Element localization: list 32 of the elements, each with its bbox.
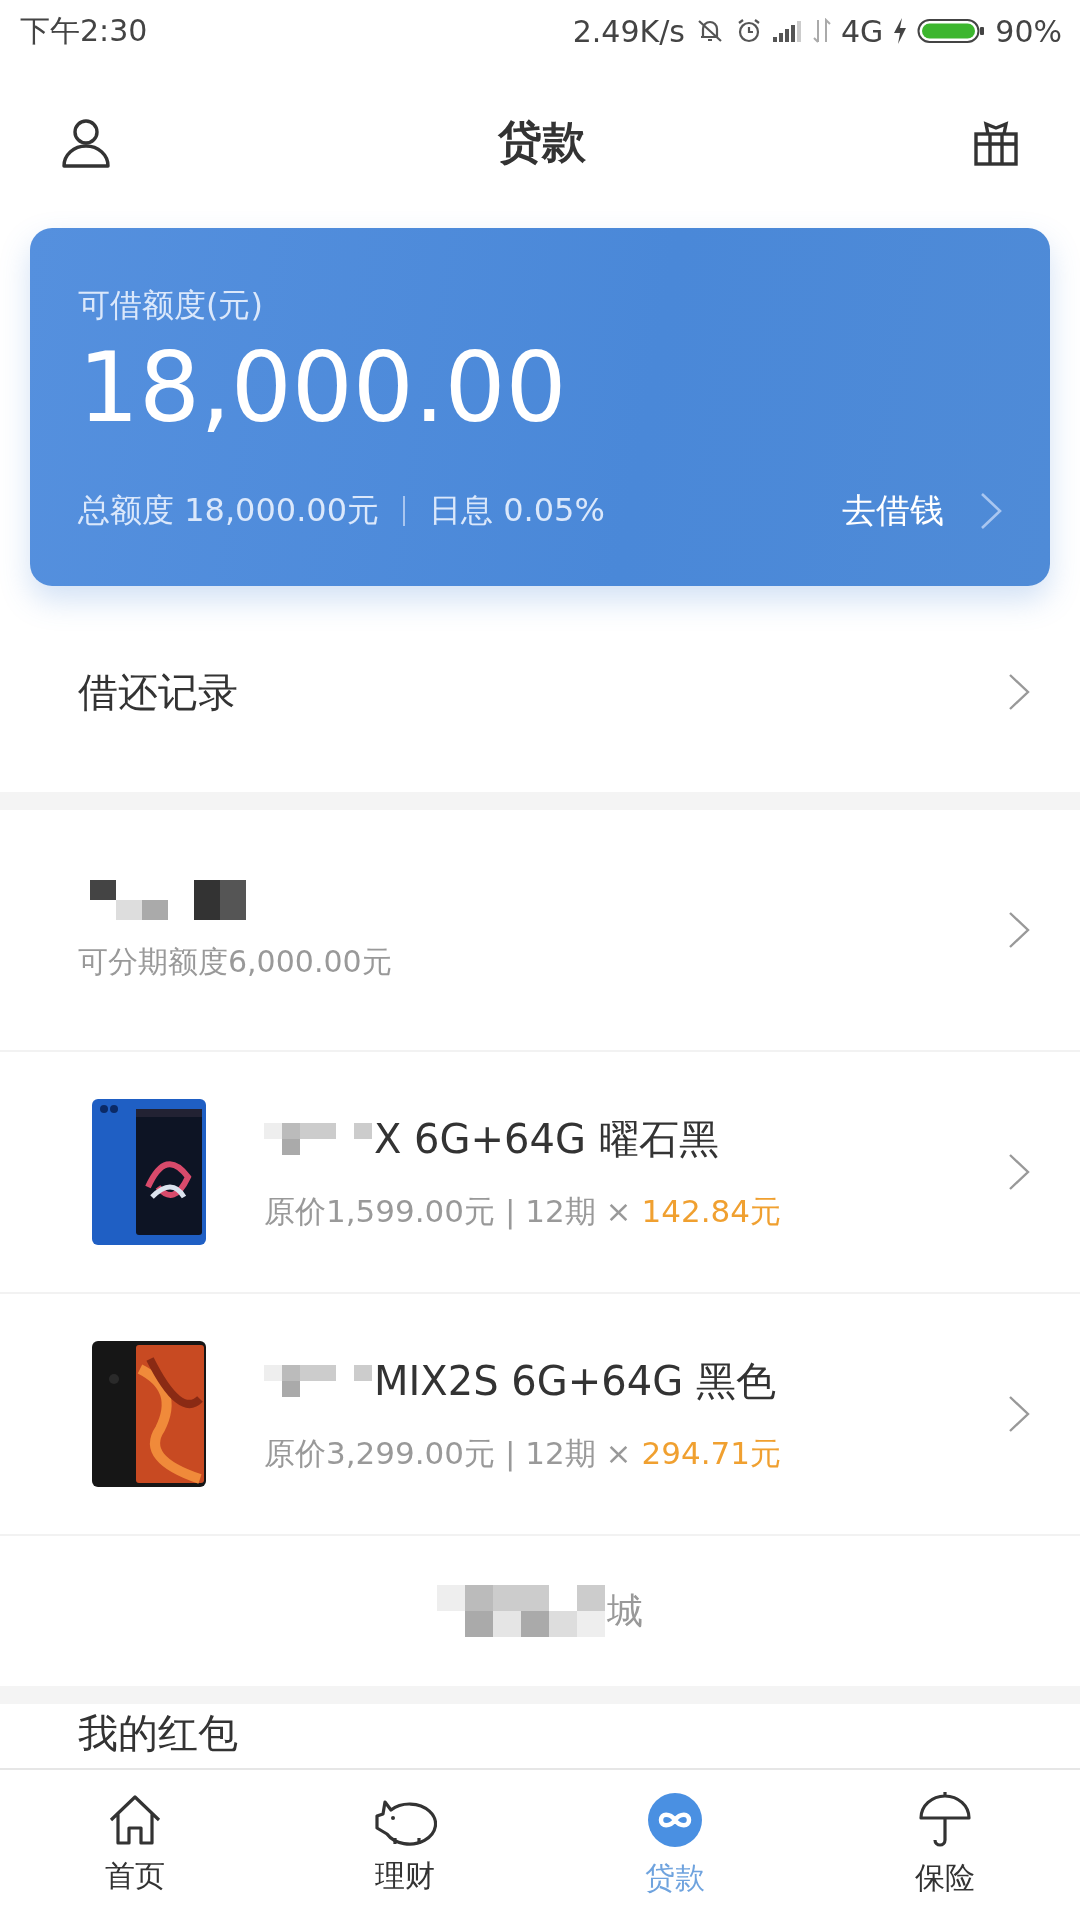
chevron-icon	[1008, 1153, 1030, 1191]
product-price: 原价3,299.00元 | 12期 ×	[264, 1433, 632, 1474]
user-icon[interactable]	[60, 116, 112, 168]
daily-interest: 日息 0.05%	[429, 490, 605, 531]
network-speed: 2.49K/s	[572, 13, 685, 49]
charging-icon	[893, 18, 908, 44]
chevron-icon	[980, 492, 1002, 530]
page-title: 贷款	[498, 114, 586, 169]
chevron-icon	[1008, 673, 1030, 711]
battery-icon	[917, 17, 986, 45]
infinity-icon	[647, 1791, 703, 1848]
bonus-packet-link[interactable]: 我的红包	[78, 1706, 238, 1761]
product-name: X 6G+64G 曜石黑	[374, 1114, 719, 1164]
battery-percent: 90%	[995, 13, 1062, 49]
installment-limit: 可分期额度6,000.00元	[78, 942, 392, 981]
product-name: MIX2S 6G+64G 黑色	[374, 1356, 776, 1406]
credit-label: 可借额度(元)	[78, 285, 264, 326]
total-limit: 总额度 18,000.00元	[78, 490, 380, 531]
borrow-button[interactable]: 去借钱	[822, 484, 964, 538]
network-type: 4G	[840, 13, 884, 49]
product-price: 原价1,599.00元 | 12期 ×	[264, 1191, 632, 1232]
data-arrows-icon	[812, 18, 831, 44]
monthly-payment: 294.71元	[641, 1433, 781, 1473]
records-link[interactable]: 借还记录	[78, 664, 238, 720]
credit-amount: 18,000.00	[78, 332, 568, 444]
umbrella-icon	[917, 1791, 973, 1848]
home-icon	[107, 1793, 163, 1846]
chevron-icon	[1008, 911, 1030, 949]
monthly-payment: 142.84元	[641, 1191, 781, 1231]
signal-icon	[772, 20, 803, 42]
status-time: 下午2:30	[20, 11, 148, 50]
chevron-icon	[1008, 1395, 1030, 1433]
